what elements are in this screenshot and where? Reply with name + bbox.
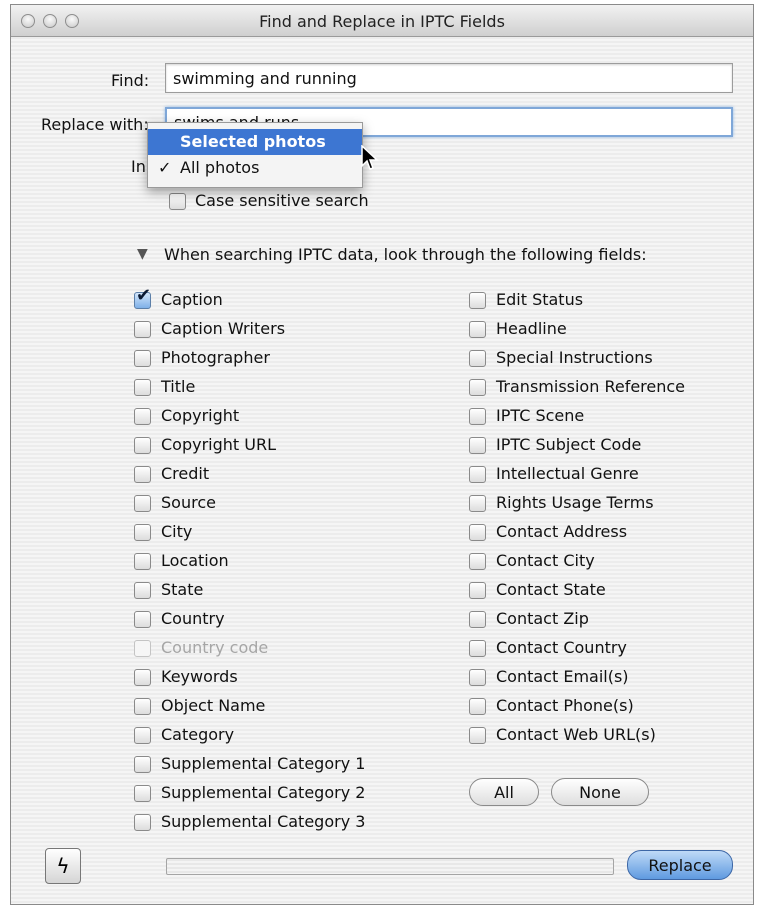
field-label: Object Name xyxy=(161,696,266,715)
scope-popup-menu: Selected photos ✓ All photos xyxy=(147,122,363,188)
field-checkbox[interactable] xyxy=(469,292,486,309)
field-checkbox[interactable] xyxy=(134,379,151,396)
field-label: Keywords xyxy=(161,667,238,686)
select-all-button[interactable]: All xyxy=(469,778,539,806)
field-label: Caption xyxy=(161,290,223,309)
field-checkbox[interactable] xyxy=(134,669,151,686)
dialog-window: Find and Replace in IPTC Fields Find: Re… xyxy=(10,4,754,905)
field-checkbox[interactable] xyxy=(134,756,151,773)
field-label: Copyright xyxy=(161,406,240,425)
replace-label: Replace with: xyxy=(41,115,149,134)
mouse-pointer-icon xyxy=(361,145,379,170)
field-checkbox[interactable] xyxy=(469,437,486,454)
field-label: Country code xyxy=(161,638,269,657)
field-label: State xyxy=(161,580,204,599)
checkmark-icon: ✓ xyxy=(158,158,172,177)
find-input[interactable] xyxy=(165,63,733,93)
field-checkbox[interactable] xyxy=(134,437,151,454)
lightning-icon: ϟ xyxy=(56,854,70,878)
field-checkbox[interactable] xyxy=(134,814,151,831)
field-checkbox[interactable] xyxy=(134,321,151,338)
field-label: Country xyxy=(161,609,225,628)
field-label: Contact Web URL(s) xyxy=(496,725,656,744)
field-label: Source xyxy=(161,493,216,512)
field-label: Supplemental Category 1 xyxy=(161,754,366,773)
field-label: City xyxy=(161,522,193,541)
field-checkbox[interactable] xyxy=(469,350,486,367)
field-checkbox[interactable] xyxy=(469,524,486,541)
field-checkbox[interactable] xyxy=(469,408,486,425)
scope-label: In xyxy=(131,157,146,176)
fields-heading: When searching IPTC data, look through t… xyxy=(164,245,647,264)
field-label: Headline xyxy=(496,319,567,338)
action-button[interactable]: ϟ xyxy=(45,848,81,884)
field-label: Transmission Reference xyxy=(496,377,686,396)
field-label: Contact State xyxy=(496,580,606,599)
field-checkbox[interactable] xyxy=(469,321,486,338)
menu-item-label: All photos xyxy=(180,158,260,177)
field-checkbox xyxy=(134,640,151,657)
field-label: Copyright URL xyxy=(161,435,277,454)
field-checkbox[interactable] xyxy=(469,582,486,599)
field-label: IPTC Subject Code xyxy=(496,435,642,454)
field-label: Supplemental Category 3 xyxy=(161,812,366,831)
field-label: Contact Country xyxy=(496,638,627,657)
field-checkbox[interactable] xyxy=(134,727,151,744)
menu-item-all-photos[interactable]: ✓ All photos xyxy=(148,155,362,181)
field-checkbox[interactable] xyxy=(469,669,486,686)
replace-button[interactable]: Replace xyxy=(627,850,733,880)
field-checkbox[interactable] xyxy=(134,582,151,599)
field-checkbox[interactable] xyxy=(469,640,486,657)
title-bar: Find and Replace in IPTC Fields xyxy=(11,5,753,37)
field-checkbox[interactable] xyxy=(469,379,486,396)
field-label: Location xyxy=(161,551,229,570)
menu-item-label: Selected photos xyxy=(180,132,326,151)
field-checkbox[interactable] xyxy=(469,727,486,744)
field-checkbox[interactable] xyxy=(469,466,486,483)
field-checkbox[interactable] xyxy=(134,785,151,802)
field-checkbox[interactable] xyxy=(134,524,151,541)
field-checkbox[interactable] xyxy=(134,553,151,570)
field-label: Edit Status xyxy=(496,290,584,309)
field-checkbox[interactable] xyxy=(134,466,151,483)
field-label: Supplemental Category 2 xyxy=(161,783,366,802)
field-checkbox[interactable] xyxy=(134,408,151,425)
field-checkbox[interactable] xyxy=(134,698,151,715)
field-label: Intellectual Genre xyxy=(496,464,639,483)
field-checkbox[interactable] xyxy=(469,698,486,715)
field-label: IPTC Scene xyxy=(496,406,585,425)
field-checkbox[interactable] xyxy=(469,495,486,512)
find-label: Find: xyxy=(111,71,150,90)
field-checkbox[interactable] xyxy=(134,350,151,367)
field-label: Contact Address xyxy=(496,522,628,541)
case-sensitive-label: Case sensitive search xyxy=(195,191,369,210)
window-title: Find and Replace in IPTC Fields xyxy=(259,12,505,31)
field-label: Contact Phone(s) xyxy=(496,696,634,715)
field-checkbox[interactable] xyxy=(134,611,151,628)
field-checkbox[interactable] xyxy=(134,495,151,512)
field-label: Rights Usage Terms xyxy=(496,493,654,512)
field-checkbox[interactable] xyxy=(469,611,486,628)
field-checkbox[interactable]: ✔ xyxy=(134,287,151,309)
field-label: Contact City xyxy=(496,551,595,570)
progress-bar xyxy=(166,858,614,875)
field-checkbox[interactable] xyxy=(469,553,486,570)
field-label: Contact Zip xyxy=(496,609,589,628)
field-label: Category xyxy=(161,725,235,744)
select-none-button[interactable]: None xyxy=(551,778,649,806)
disclosure-triangle-icon[interactable]: ▼ xyxy=(137,246,148,262)
field-label: Credit xyxy=(161,464,210,483)
field-label: Special Instructions xyxy=(496,348,653,367)
field-label: Photographer xyxy=(161,348,270,367)
field-label: Title xyxy=(161,377,196,396)
field-label: Contact Email(s) xyxy=(496,667,629,686)
menu-item-selected-photos[interactable]: Selected photos xyxy=(148,129,362,155)
checkmark-icon: ✔ xyxy=(136,285,152,306)
field-label: Caption Writers xyxy=(161,319,286,338)
case-sensitive-checkbox[interactable] xyxy=(169,193,186,210)
